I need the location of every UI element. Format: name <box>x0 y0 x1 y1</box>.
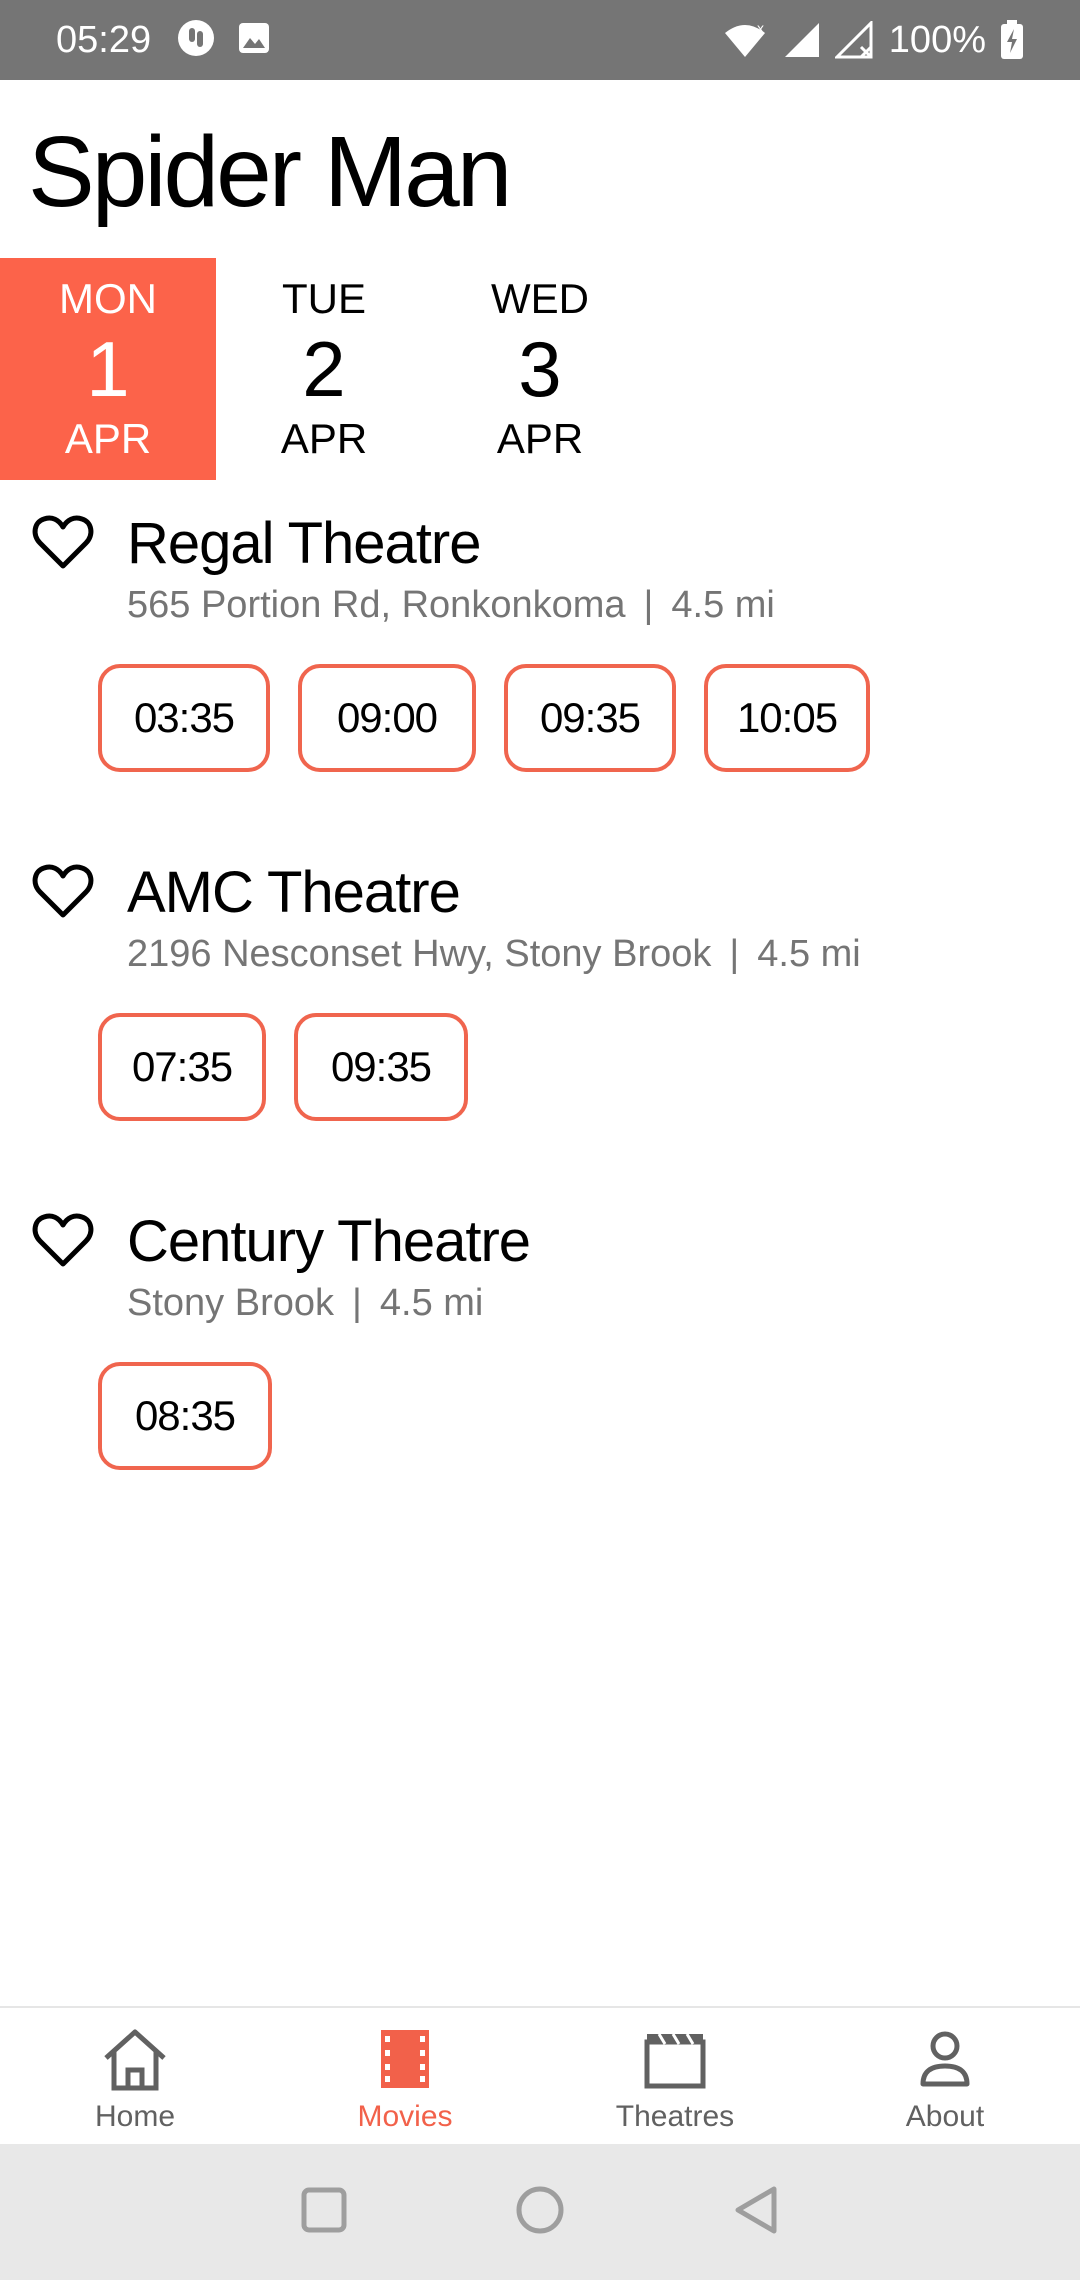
showtime-button[interactable]: 10:05 <box>704 664 870 772</box>
theatre-card: Regal Theatre 565 Portion Rd, Ronkonkoma… <box>0 510 1080 800</box>
date-month: APR <box>496 415 584 462</box>
date-month: APR <box>280 415 368 462</box>
date-tab-mon[interactable]: MON 1 APR <box>0 258 216 480</box>
notification-app-icon <box>177 19 215 62</box>
nav-item-theatres[interactable]: Theatres <box>540 2008 810 2146</box>
date-selector: MON 1 APR TUE 2 APR WED 3 APR <box>0 258 648 480</box>
image-icon <box>237 21 271 60</box>
clapperboard-icon <box>643 2028 707 2092</box>
date-dow: TUE <box>282 275 366 322</box>
showtime-button[interactable]: 09:00 <box>298 664 476 772</box>
back-button[interactable] <box>648 2185 864 2240</box>
date-dow: WED <box>491 275 589 322</box>
showtime-list: 08:35 <box>98 1362 272 1470</box>
heart-icon[interactable] <box>32 863 94 919</box>
system-nav-bar <box>0 2144 1080 2280</box>
theatre-name[interactable]: AMC Theatre <box>127 859 461 927</box>
triangle-back-icon <box>732 2185 780 2240</box>
showtime-button[interactable]: 09:35 <box>294 1013 468 1121</box>
showtime-button[interactable]: 08:35 <box>98 1362 272 1470</box>
nav-label: Movies <box>357 2100 453 2133</box>
showtime-button[interactable]: 03:35 <box>98 664 270 772</box>
theatre-distance: 4.5 mi <box>671 584 775 626</box>
svg-text:x: x <box>757 21 764 36</box>
heart-icon[interactable] <box>32 514 94 570</box>
date-dow: MON <box>59 275 157 322</box>
showtime-button[interactable]: 07:35 <box>98 1013 266 1121</box>
home-system-button[interactable] <box>432 2185 648 2240</box>
battery-charging-icon <box>1000 20 1024 60</box>
showtime-list: 03:35 09:00 09:35 10:05 <box>98 664 870 772</box>
date-day: 1 <box>86 325 130 413</box>
nav-item-home[interactable]: Home <box>0 2008 270 2146</box>
showtime-button[interactable]: 09:35 <box>504 664 676 772</box>
nav-label: Theatres <box>615 2100 735 2133</box>
theatre-distance: 4.5 mi <box>757 933 861 975</box>
theatre-name[interactable]: Regal Theatre <box>127 510 481 578</box>
status-bar: 05:29 x 100% <box>0 0 1080 80</box>
theatre-info: 565 Portion Rd, Ronkonkoma | 4.5 mi <box>127 582 775 628</box>
recents-button[interactable] <box>216 2186 432 2239</box>
nav-label: About <box>905 2100 985 2133</box>
nav-label: Home <box>94 2100 176 2133</box>
date-month: APR <box>64 415 152 462</box>
signal-icon <box>783 21 821 59</box>
heart-icon[interactable] <box>32 1212 94 1268</box>
theatre-card: Century Theatre Stony Brook | 4.5 mi 08:… <box>0 1208 1080 1498</box>
showtime-list: 07:35 09:35 <box>98 1013 468 1121</box>
date-tab-wed[interactable]: WED 3 APR <box>432 258 648 480</box>
signal-no-service-icon <box>834 21 875 59</box>
bottom-nav: Home Movies Theatres About <box>0 2006 1080 2146</box>
theatre-address: 565 Portion Rd, Ronkonkoma <box>127 584 626 626</box>
date-day: 2 <box>302 325 346 413</box>
wifi-icon: x <box>721 21 769 59</box>
theatre-info: Stony Brook | 4.5 mi <box>127 1280 483 1326</box>
status-time: 05:29 <box>56 18 152 61</box>
info-separator: | <box>729 933 740 975</box>
date-day: 3 <box>518 325 562 413</box>
theatre-address: Stony Brook <box>127 1282 334 1324</box>
square-icon <box>300 2186 348 2239</box>
theatre-address: 2196 Nesconset Hwy, Stony Brook <box>127 933 712 975</box>
theatre-name[interactable]: Century Theatre <box>127 1208 531 1276</box>
nav-item-movies[interactable]: Movies <box>270 2008 540 2146</box>
theatre-card: AMC Theatre 2196 Nesconset Hwy, Stony Br… <box>0 859 1080 1149</box>
nav-item-about[interactable]: About <box>810 2008 1080 2146</box>
theatre-info: 2196 Nesconset Hwy, Stony Brook | 4.5 mi <box>127 931 861 977</box>
date-tab-tue[interactable]: TUE 2 APR <box>216 258 432 480</box>
page-title: Spider Man <box>28 116 512 228</box>
battery-text: 100% <box>888 18 986 61</box>
person-icon <box>917 2028 973 2092</box>
info-separator: | <box>352 1282 362 1324</box>
info-separator: | <box>643 584 654 626</box>
film-icon <box>379 2028 431 2092</box>
theatre-distance: 4.5 mi <box>379 1282 484 1324</box>
circle-icon <box>515 2185 565 2240</box>
home-icon <box>100 2028 170 2092</box>
